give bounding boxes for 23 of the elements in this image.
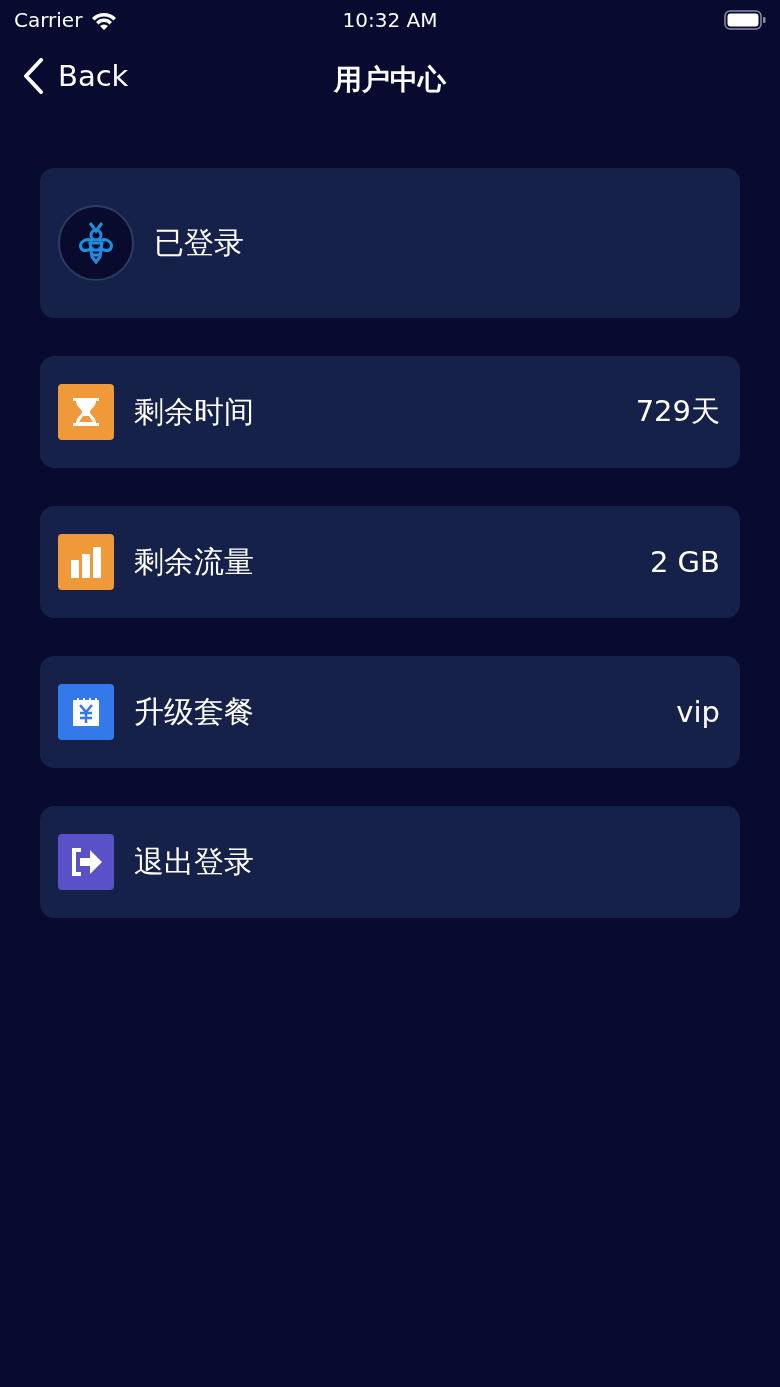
row-value: 2 GB xyxy=(649,545,720,579)
bar-chart-icon xyxy=(70,546,102,578)
row-value: 729天 xyxy=(635,393,720,430)
status-time: 10:32 AM xyxy=(342,8,438,32)
row-label: 剩余流量 xyxy=(134,542,255,581)
row-value: vip xyxy=(676,695,720,729)
menu-row[interactable]: 退出登录 xyxy=(40,806,740,918)
row-label: 退出登录 xyxy=(134,842,255,881)
menu-row[interactable]: 剩余流量 2 GB xyxy=(40,506,740,618)
carrier-name: Carrier xyxy=(14,8,83,32)
page-title: 用户中心 xyxy=(334,62,446,98)
exit-icon xyxy=(69,847,103,877)
row-label: 升级套餐 xyxy=(134,692,255,731)
hourglass-icon xyxy=(71,396,101,428)
wifi-icon xyxy=(90,10,119,30)
battery-icon xyxy=(724,10,766,30)
back-button[interactable]: Back xyxy=(22,58,129,94)
menu-row[interactable]: 剩余时间 729天 xyxy=(40,356,740,468)
menu-row[interactable]: 升级套餐 vip xyxy=(40,656,740,768)
yen-receipt-icon xyxy=(71,696,101,728)
login-status: 已登录 xyxy=(154,223,245,262)
row-label: 剩余时间 xyxy=(134,392,255,431)
chevron-left-icon xyxy=(22,58,44,94)
